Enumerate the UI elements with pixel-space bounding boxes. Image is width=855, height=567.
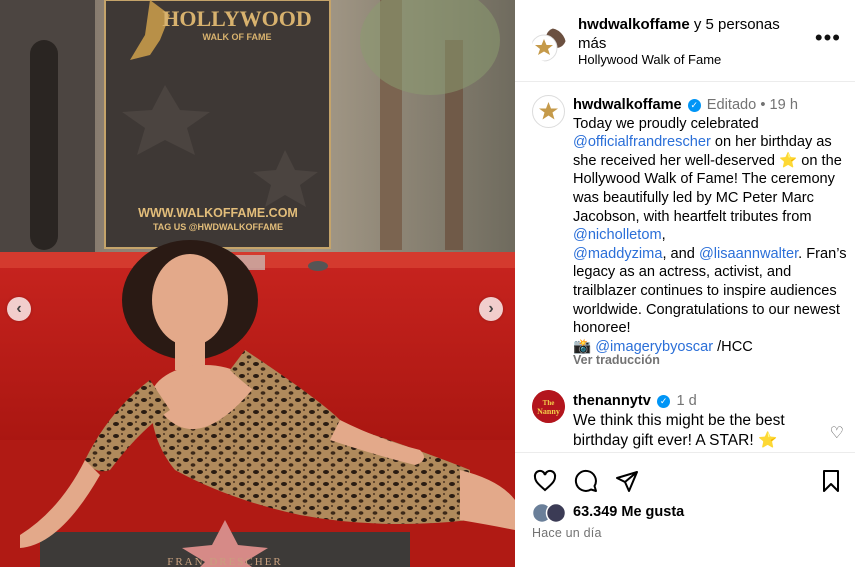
heart-icon xyxy=(533,469,557,492)
action-bar: 63.349 Me gusta Hace un día xyxy=(515,452,855,567)
caption-text-4: , xyxy=(661,227,666,244)
bookmark-icon xyxy=(823,470,839,492)
comment-icon xyxy=(574,469,597,492)
like-button[interactable] xyxy=(531,467,559,495)
reply-time[interactable]: 1 d xyxy=(676,393,696,409)
backdrop-tag: TAG US @HWDWALKOFFAME xyxy=(153,222,283,232)
author-username[interactable]: hwdwalkoffame xyxy=(578,16,690,33)
see-translation-link[interactable]: Ver traducción xyxy=(573,353,660,367)
mention-nicholletom[interactable]: @nicholletom xyxy=(573,227,662,243)
avatar xyxy=(532,28,566,62)
avatar xyxy=(531,502,567,524)
post-author: hwdwalkoffame y 5 personas más xyxy=(578,15,803,53)
post-photo: HOLLYWOOD WALK OF FAME WWW.WALKOFFAME.CO… xyxy=(0,0,515,567)
mention-maddyzima[interactable]: @maddyzima xyxy=(573,246,662,262)
star-emoji: ⭐ xyxy=(779,152,798,169)
next-photo-button[interactable]: › xyxy=(479,297,503,321)
more-options-icon[interactable]: ••• xyxy=(815,27,841,49)
backdrop-brand: HOLLYWOOD xyxy=(162,6,312,31)
comment-button[interactable] xyxy=(572,467,600,495)
the-nanny-logo-icon: The Nanny xyxy=(532,390,565,423)
chevron-right-icon: › xyxy=(488,300,494,317)
caption-time[interactable]: 19 h xyxy=(770,97,798,113)
likes-count[interactable]: 63.349 Me gusta xyxy=(573,504,684,520)
verified-badge-icon: ✓ xyxy=(657,395,671,408)
share-button[interactable] xyxy=(613,467,641,495)
post-caption: hwdwalkoffame ✓ Editado • 19 h Today we … xyxy=(573,96,848,356)
account-avatar-group[interactable] xyxy=(532,28,566,62)
edited-label: Editado xyxy=(706,97,757,113)
mention-lisaannwalter[interactable]: @lisaannwalter xyxy=(699,246,798,262)
post-image: HOLLYWOOD WALK OF FAME WWW.WALKOFFAME.CO… xyxy=(0,0,515,567)
svg-text:Nanny: Nanny xyxy=(537,407,560,416)
caption-text-1: Today we proudly celebrated xyxy=(573,115,759,132)
reply-text: We think this might be the best birthday… xyxy=(573,412,785,449)
reply-avatar[interactable]: The Nanny xyxy=(532,390,565,423)
previous-photo-button[interactable]: ‹ xyxy=(7,297,31,321)
star-emoji: ⭐ xyxy=(757,432,778,449)
verified-badge-icon: ✓ xyxy=(687,99,701,112)
caption-username[interactable]: hwdwalkoffame xyxy=(573,97,682,113)
save-button[interactable] xyxy=(817,467,845,495)
svg-text:The: The xyxy=(543,399,555,407)
caption-avatar[interactable] xyxy=(532,95,565,128)
location-link[interactable]: Hollywood Walk of Fame xyxy=(578,52,721,67)
reply-username[interactable]: thenannytv xyxy=(573,393,651,409)
caption-text-5: , and xyxy=(662,245,699,262)
caption-text-7: /HCC xyxy=(713,338,753,355)
walk-of-fame-logo-icon xyxy=(539,102,558,120)
star-name: FRAN DRESCHER xyxy=(167,556,283,567)
liked-by-avatars[interactable] xyxy=(531,502,572,524)
backdrop-sub: WALK OF FAME xyxy=(203,32,272,42)
backdrop-url: WWW.WALKOFFAME.COM xyxy=(138,206,298,220)
mention-officialfrandrescher[interactable]: @officialfrandrescher xyxy=(573,134,711,150)
share-icon xyxy=(616,471,638,492)
post-panel: hwdwalkoffame y 5 personas más Hollywood… xyxy=(515,0,855,567)
reply-comment: thenannytv ✓ 1 d We think this might be … xyxy=(573,391,828,451)
chevron-left-icon: ‹ xyxy=(16,300,22,317)
post-timestamp[interactable]: Hace un día xyxy=(532,526,602,540)
meta-separator: • xyxy=(760,97,766,113)
like-comment-heart-icon[interactable]: ♡ xyxy=(830,423,844,443)
post-header: hwdwalkoffame y 5 personas más Hollywood… xyxy=(515,0,855,82)
